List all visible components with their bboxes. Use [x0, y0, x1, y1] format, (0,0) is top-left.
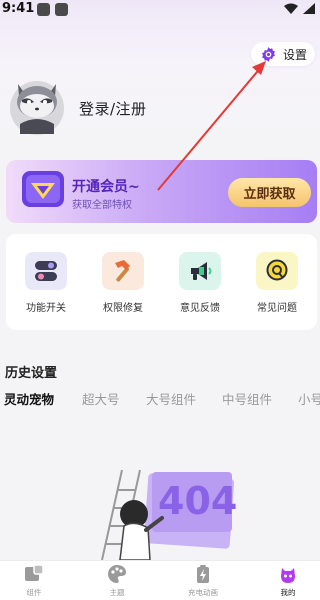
tab-pet[interactable]: 灵动宠物: [4, 389, 54, 408]
toggle-switch-icon: [35, 261, 57, 281]
history-tabs: 灵动宠物 超大号 大号组件 中号组件 小号: [4, 389, 320, 409]
tool-label: 意见反馈: [180, 303, 220, 314]
battery-charging-icon: [197, 565, 209, 583]
nav-widgets[interactable]: 组件: [9, 564, 59, 598]
raccoon-avatar: [10, 81, 64, 135]
settings-label: 设置: [283, 47, 308, 62]
tools-card: 功能开关 权限修复 意见反馈 常见问题: [6, 234, 317, 330]
status-time: 9:41: [2, 1, 35, 16]
tool-label: 功能开关: [26, 303, 66, 314]
empty-state-illustration: 404: [101, 470, 236, 560]
vip-title: 开通会员~: [72, 179, 140, 195]
battery-icon: [303, 3, 315, 14]
bottom-nav: 组件 主题 充电动画 我的: [0, 560, 320, 600]
nav-label: 我的: [280, 588, 296, 597]
question-bubble-icon: [266, 259, 288, 281]
profile-mascot-icon: [281, 568, 295, 583]
tab-large-widget[interactable]: 大号组件: [146, 389, 196, 408]
megaphone-icon: [191, 262, 212, 280]
feature-toggle-button[interactable]: 功能开关: [18, 252, 74, 314]
tool-label: 常见问题: [257, 303, 297, 314]
wifi-icon: [284, 3, 298, 14]
nav-mine[interactable]: 我的: [263, 564, 313, 598]
tab-medium-widget[interactable]: 中号组件: [222, 389, 272, 408]
404-text: 404: [158, 479, 236, 523]
vip-diamond-icon: [22, 171, 64, 207]
hammer-icon: [115, 260, 130, 282]
gear-icon: [262, 46, 275, 62]
get-vip-button[interactable]: 立即获取: [228, 178, 311, 207]
nav-label: 主题: [109, 588, 125, 597]
history-settings-title: 历史设置: [5, 366, 58, 381]
avatar[interactable]: [8, 72, 66, 136]
palette-icon: [108, 565, 126, 583]
vip-subtitle: 获取全部特权: [72, 200, 132, 211]
notification-icon: [37, 3, 50, 16]
permission-repair-button[interactable]: 权限修复: [95, 252, 151, 314]
nav-charging-animation[interactable]: 充电动画: [178, 564, 228, 598]
nav-label: 充电动画: [188, 588, 218, 597]
vip-banner[interactable]: 开通会员~ 获取全部特权 立即获取: [6, 160, 317, 223]
widget-icon: [25, 564, 44, 581]
faq-button[interactable]: 常见问题: [249, 252, 305, 314]
tab-extra-large[interactable]: 超大号: [82, 389, 120, 408]
status-bar: 9:41: [0, 0, 320, 22]
settings-button[interactable]: 设置: [251, 42, 315, 66]
notification-icon: [55, 3, 68, 16]
nav-label: 组件: [26, 588, 42, 597]
tool-label: 权限修复: [103, 303, 143, 314]
tab-small-widget[interactable]: 小号: [298, 389, 320, 408]
nav-themes[interactable]: 主题: [92, 564, 142, 598]
feedback-button[interactable]: 意见反馈: [172, 252, 228, 314]
login-register-link[interactable]: 登录/注册: [79, 98, 147, 119]
